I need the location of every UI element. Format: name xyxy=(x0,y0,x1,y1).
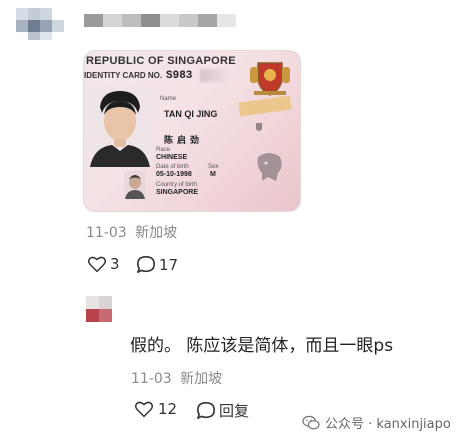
comment1-location: 新加坡 xyxy=(135,225,178,241)
watermark: 公众号 · kanxinjiapo xyxy=(302,413,451,432)
dob-label: Date of birth xyxy=(156,164,189,170)
comment-bubble-icon xyxy=(197,401,215,420)
comment1-meta: 11-03 新加坡 xyxy=(86,222,177,242)
comment-bubble-icon xyxy=(137,255,155,274)
comment2-meta: 11-03 新加坡 xyxy=(131,368,222,388)
holder-chinese-name: 陈启劲 xyxy=(164,136,204,146)
race-value: CHINESE xyxy=(156,154,188,161)
comment2-like-count: 12 xyxy=(158,400,178,418)
watermark-label: 公众号 · kanxinjiapo xyxy=(325,417,451,432)
sex-label: Sex xyxy=(208,164,219,170)
race-label: Race xyxy=(156,147,171,153)
ghost-portrait xyxy=(124,171,146,199)
lion-head-icon xyxy=(257,153,282,181)
wechat-icon xyxy=(302,415,320,429)
username-redacted[interactable] xyxy=(84,14,236,27)
comment2-reply-button[interactable]: 回复 xyxy=(196,400,249,421)
heart-icon xyxy=(87,256,107,273)
holder-name: TAN QI JING xyxy=(164,109,218,119)
card-number: S983 xyxy=(166,70,193,82)
comment2-location: 新加坡 xyxy=(180,371,223,387)
comment2-like-button[interactable]: 12 xyxy=(134,400,177,418)
comment1-reply-button[interactable]: 17 xyxy=(136,255,178,274)
reply-avatar[interactable] xyxy=(86,296,112,322)
small-emblem-icon xyxy=(256,123,262,131)
comment1-reply-count: 17 xyxy=(159,255,179,274)
comment2-reply-label: 回复 xyxy=(219,402,250,420)
country-label: Country of birth xyxy=(156,182,198,188)
comment1-like-button[interactable]: 3 xyxy=(87,255,120,273)
card-header-idno-label: IDENTITY CARD NO. xyxy=(84,71,163,80)
hologram-seal-icon xyxy=(238,95,292,117)
card-header-country: REPUBLIC OF SINGAPORE xyxy=(86,55,236,67)
card-number-redaction xyxy=(200,69,228,82)
heart-icon xyxy=(134,401,154,418)
comment2-time: 11-03 xyxy=(131,371,172,387)
comment1-time: 11-03 xyxy=(86,225,127,241)
sex-value: M xyxy=(210,171,216,178)
avatar[interactable] xyxy=(16,8,64,40)
comment1-like-count: 3 xyxy=(110,255,120,273)
reply-text: 假的。 陈应该是简体，而且一眼ps xyxy=(130,336,394,356)
id-card-image[interactable]: REPUBLIC OF SINGAPORE IDENTITY CARD NO. … xyxy=(83,50,301,212)
coat-of-arms-icon xyxy=(250,62,290,96)
dob-value: 05-10-1998 xyxy=(156,171,192,178)
country-value: SINGAPORE xyxy=(156,189,199,196)
name-label: Name xyxy=(160,96,177,102)
portrait-photo xyxy=(88,87,152,167)
